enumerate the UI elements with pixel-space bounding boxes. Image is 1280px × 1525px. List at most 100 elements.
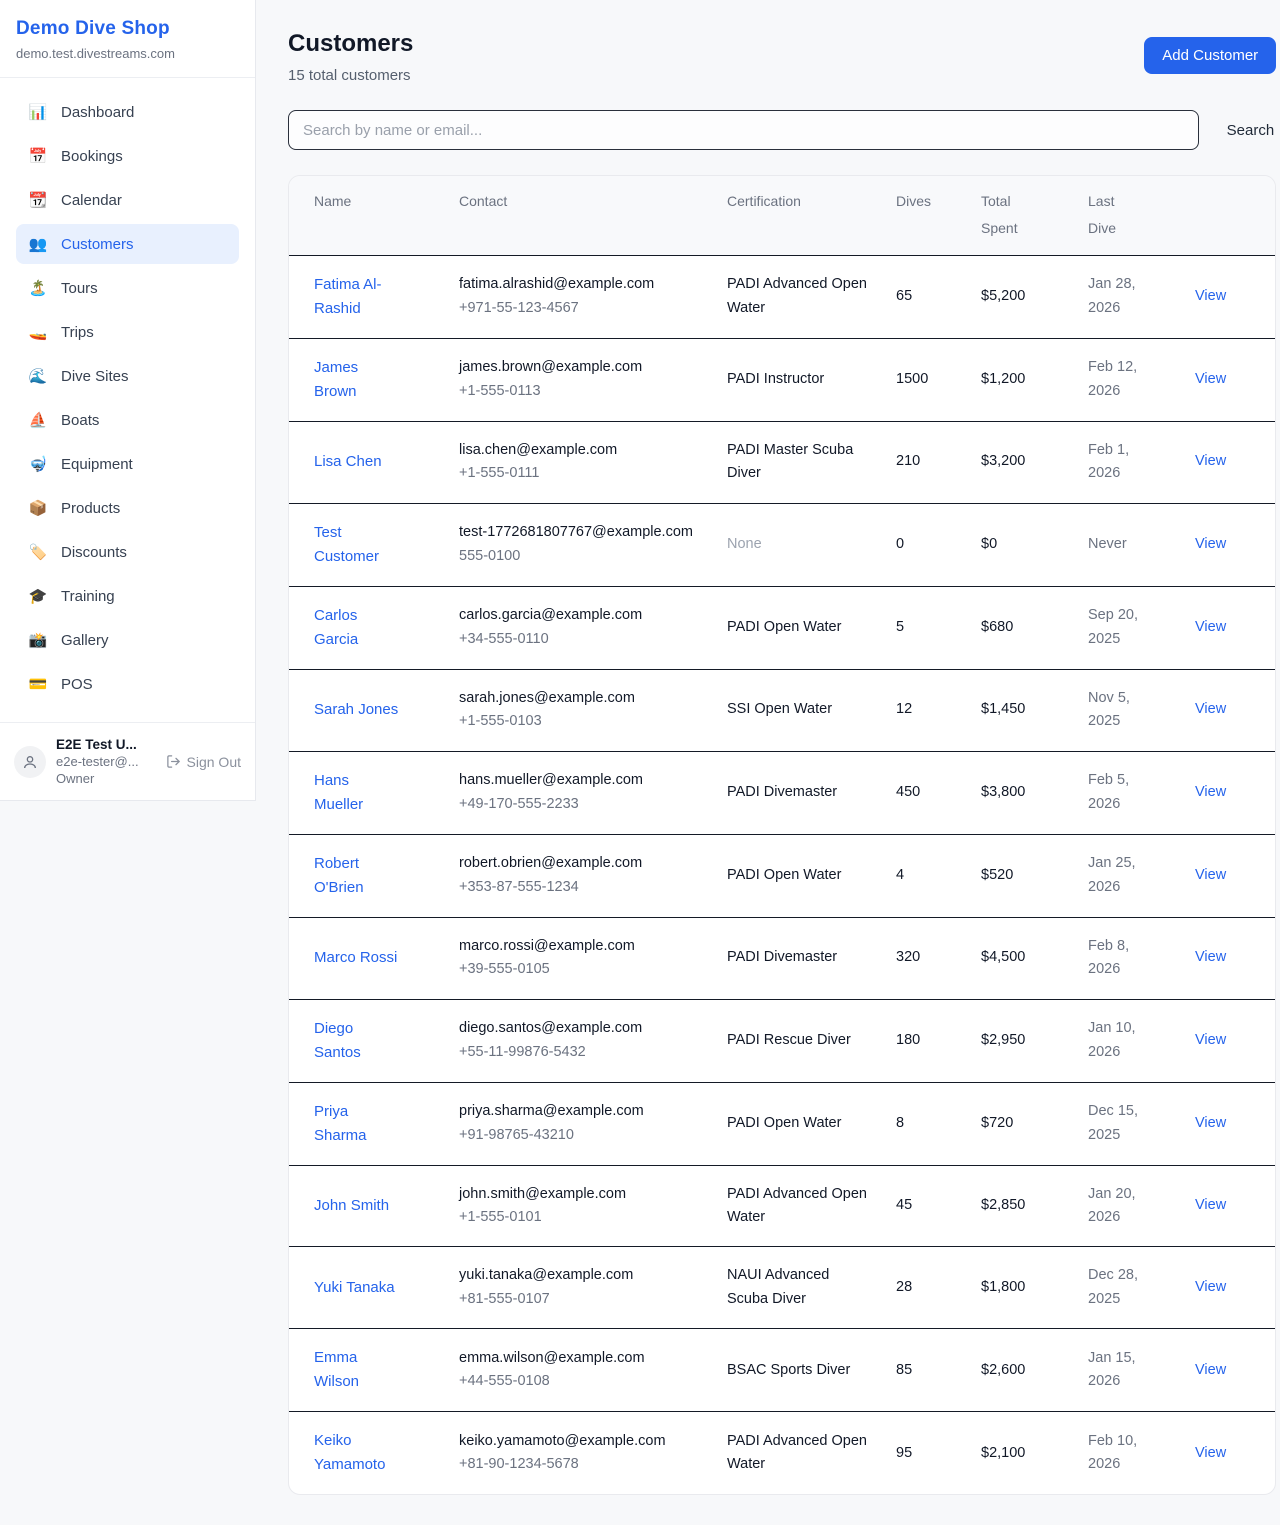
customer-name-link[interactable]: Sarah Jones [314, 698, 398, 722]
customer-name-link[interactable]: Yuki Tanaka [314, 1276, 395, 1300]
customer-certification: PADI Divemaster [727, 781, 837, 804]
last-dive-cell: Feb 10, 2026 [1088, 1412, 1195, 1494]
customer-name-link[interactable]: Marco Rossi [314, 946, 397, 970]
customer-name-link[interactable]: Test Customer [314, 521, 402, 569]
actions-cell: View [1195, 670, 1250, 751]
column-header-last-dive: Last Dive [1088, 176, 1195, 255]
customer-phone: +1-555-0113 [459, 380, 541, 403]
customer-name-link[interactable]: Fatima Al-Rashid [314, 273, 402, 321]
total-spent-cell: $2,850 [981, 1166, 1088, 1247]
sidebar-item-trips[interactable]: 🚤 Trips [16, 312, 239, 352]
dives-cell: 0 [896, 504, 981, 586]
column-header-dives: Dives [896, 176, 981, 255]
view-customer-link[interactable]: View [1195, 533, 1226, 556]
sidebar-item-bookings[interactable]: 📅 Bookings [16, 136, 239, 176]
view-customer-link[interactable]: View [1195, 1194, 1226, 1217]
dives-cell: 85 [896, 1329, 981, 1411]
view-customer-link[interactable]: View [1195, 864, 1226, 887]
column-header-total-spent: Total Spent [981, 176, 1088, 255]
discounts-icon: 🏷️ [28, 543, 48, 561]
column-header-actions [1195, 176, 1250, 255]
customer-phone: +81-555-0107 [459, 1288, 550, 1311]
view-customer-link[interactable]: View [1195, 1029, 1226, 1052]
customer-phone: +49-170-555-2233 [459, 793, 579, 816]
customer-total-spent: $0 [981, 533, 997, 556]
search-button[interactable]: Search [1225, 118, 1277, 143]
last-dive-cell: Sep 20, 2025 [1088, 587, 1195, 669]
contact-cell: marco.rossi@example.com +39-555-0105 [459, 918, 727, 999]
customer-total-spent: $1,800 [981, 1276, 1025, 1299]
customer-last-dive: Dec 15, 2025 [1088, 1100, 1148, 1147]
sidebar-item-training[interactable]: 🎓 Training [16, 576, 239, 616]
sidebar-item-products[interactable]: 📦 Products [16, 488, 239, 528]
customer-phone: +1-555-0111 [459, 462, 540, 485]
total-customers-count: 15 total customers [288, 67, 413, 84]
customer-last-dive: Feb 8, 2026 [1088, 935, 1148, 982]
sign-out-button[interactable]: Sign Out [166, 754, 241, 770]
dives-cell: 4 [896, 835, 981, 917]
total-spent-cell: $1,800 [981, 1247, 1088, 1328]
customer-last-dive: Jan 20, 2026 [1088, 1183, 1148, 1230]
view-customer-link[interactable]: View [1195, 285, 1226, 308]
customer-name-link[interactable]: Carlos Garcia [314, 604, 402, 652]
customer-email: yuki.tanaka@example.com [459, 1264, 633, 1287]
sidebar-item-dashboard[interactable]: 📊 Dashboard [16, 92, 239, 132]
contact-cell: robert.obrien@example.com +353-87-555-12… [459, 835, 727, 917]
customer-name-link[interactable]: John Smith [314, 1194, 389, 1218]
contact-cell: keiko.yamamoto@example.com +81-90-1234-5… [459, 1412, 727, 1494]
sidebar-item-gallery[interactable]: 📸 Gallery [16, 620, 239, 660]
customer-name-link[interactable]: Keiko Yamamoto [314, 1429, 402, 1477]
page-title: Customers [288, 30, 413, 58]
contact-cell: james.brown@example.com +1-555-0113 [459, 339, 727, 421]
view-customer-link[interactable]: View [1195, 946, 1226, 969]
add-customer-button[interactable]: Add Customer [1144, 37, 1276, 74]
dives-cell: 320 [896, 918, 981, 999]
customer-name-link[interactable]: Diego Santos [314, 1017, 402, 1065]
sidebar-item-equipment[interactable]: 🤿 Equipment [16, 444, 239, 484]
view-customer-link[interactable]: View [1195, 1442, 1226, 1465]
page-header-text: Customers 15 total customers [288, 30, 413, 84]
customer-email: hans.mueller@example.com [459, 769, 643, 792]
customer-email: priya.sharma@example.com [459, 1100, 644, 1123]
last-dive-cell: Jan 25, 2026 [1088, 835, 1195, 917]
sidebar-item-customers[interactable]: 👥 Customers [16, 224, 239, 264]
last-dive-cell: Never [1088, 504, 1195, 586]
view-customer-link[interactable]: View [1195, 698, 1226, 721]
sidebar-item-calendar[interactable]: 📆 Calendar [16, 180, 239, 220]
last-dive-cell: Jan 15, 2026 [1088, 1329, 1195, 1411]
name-cell: Keiko Yamamoto [314, 1412, 459, 1494]
tours-icon: 🏝️ [28, 279, 48, 297]
actions-cell: View [1195, 339, 1250, 421]
customer-total-spent: $4,500 [981, 946, 1025, 969]
customer-name-link[interactable]: Hans Mueller [314, 769, 402, 817]
customer-name-link[interactable]: Priya Sharma [314, 1100, 402, 1148]
customer-name-link[interactable]: Emma Wilson [314, 1346, 402, 1394]
sidebar-item-pos[interactable]: 💳 POS [16, 664, 239, 704]
user-email: e2e-tester@... [56, 754, 156, 769]
name-cell: Robert O'Brien [314, 835, 459, 917]
customer-dives: 210 [896, 450, 920, 473]
sidebar-item-tours[interactable]: 🏝️ Tours [16, 268, 239, 308]
view-customer-link[interactable]: View [1195, 781, 1226, 804]
customer-certification: NAUI Advanced Scuba Diver [727, 1264, 872, 1311]
sidebar-item-boats[interactable]: ⛵ Boats [16, 400, 239, 440]
table-row: Lisa Chen lisa.chen@example.com +1-555-0… [289, 422, 1275, 504]
customer-name-link[interactable]: James Brown [314, 356, 402, 404]
view-customer-link[interactable]: View [1195, 1276, 1226, 1299]
view-customer-link[interactable]: View [1195, 368, 1226, 391]
customer-name-link[interactable]: Lisa Chen [314, 450, 382, 474]
name-cell: Carlos Garcia [314, 587, 459, 669]
sidebar-item-discounts[interactable]: 🏷️ Discounts [16, 532, 239, 572]
view-customer-link[interactable]: View [1195, 450, 1226, 473]
dives-cell: 45 [896, 1166, 981, 1247]
total-spent-cell: $2,600 [981, 1329, 1088, 1411]
view-customer-link[interactable]: View [1195, 616, 1226, 639]
view-customer-link[interactable]: View [1195, 1112, 1226, 1135]
search-input[interactable] [288, 110, 1199, 150]
dives-cell: 28 [896, 1247, 981, 1328]
total-spent-cell: $2,950 [981, 1000, 1088, 1082]
view-customer-link[interactable]: View [1195, 1359, 1226, 1382]
customer-name-link[interactable]: Robert O'Brien [314, 852, 402, 900]
sidebar-item-dive-sites[interactable]: 🌊 Dive Sites [16, 356, 239, 396]
customer-email: diego.santos@example.com [459, 1017, 642, 1040]
